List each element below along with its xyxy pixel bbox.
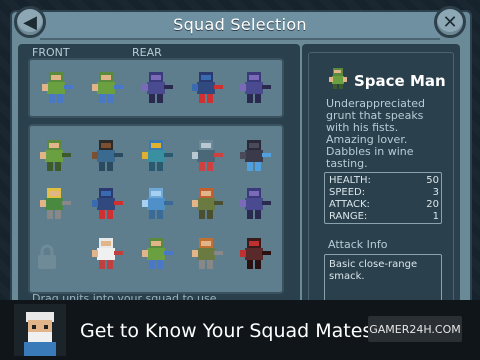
- unit-red-flag-bearer[interactable]: [86, 184, 126, 224]
- watermark: GAMER24H.COM: [368, 316, 462, 342]
- back-arrow-icon: ◀: [23, 11, 37, 33]
- stat-range: RANGE: 1: [329, 211, 439, 222]
- unit-blonde-gunner[interactable]: [34, 184, 74, 224]
- unit-purple-scout[interactable]: [234, 68, 274, 108]
- attack-description: Basic close-range smack.: [329, 259, 418, 282]
- unit-space-man[interactable]: [34, 136, 74, 176]
- unit-armored-gunner[interactable]: [186, 136, 226, 176]
- back-button[interactable]: ◀: [14, 6, 46, 38]
- attack-info-box: Basic close-range smack.: [324, 254, 442, 306]
- unit-shield-grunt[interactable]: [136, 234, 176, 274]
- stat-speed: SPEED: 3: [329, 187, 439, 198]
- unit-description: Underappreciated grunt that speaks with …: [326, 97, 425, 170]
- unit-grunt-blue-shield[interactable]: [36, 68, 76, 108]
- old-man-avatar: [14, 304, 66, 356]
- stat-attack: ATTACK: 20: [329, 199, 439, 210]
- stat-health: HEALTH: 50: [329, 175, 439, 186]
- unit-purple-scout[interactable]: [234, 184, 274, 224]
- unit-bird-gunner[interactable]: [136, 136, 176, 176]
- unit-orange-rifleman[interactable]: [186, 234, 226, 274]
- banner-text: Get to Know Your Squad Mates!: [80, 320, 380, 342]
- unit-dark-brawler[interactable]: [86, 136, 126, 176]
- unit-blue-ice-brute[interactable]: [136, 184, 176, 224]
- unit-orange-brawler[interactable]: [186, 184, 226, 224]
- close-x-icon: ✕: [442, 11, 458, 33]
- title-bar: Squad Selection: [40, 12, 440, 40]
- lock-icon: [38, 244, 56, 269]
- unit-masked-reaper[interactable]: [234, 234, 274, 274]
- unit-purple-scout[interactable]: [136, 68, 176, 108]
- unit-red-flag-bearer[interactable]: [186, 68, 226, 108]
- close-button[interactable]: ✕: [434, 6, 466, 38]
- space-man-portrait-icon: [329, 68, 347, 89]
- stats-box: HEALTH: 50 SPEED: 3 ATTACK: 20 RANGE: 1: [324, 172, 442, 224]
- attack-info-title: Attack Info: [328, 238, 388, 251]
- page-title: Squad Selection: [173, 15, 307, 34]
- unit-white-medic[interactable]: [86, 234, 126, 274]
- unit-grunt-blue-shield[interactable]: [86, 68, 126, 108]
- unit-shadow-blade[interactable]: [234, 136, 274, 176]
- unit-name: Space Man: [354, 72, 446, 90]
